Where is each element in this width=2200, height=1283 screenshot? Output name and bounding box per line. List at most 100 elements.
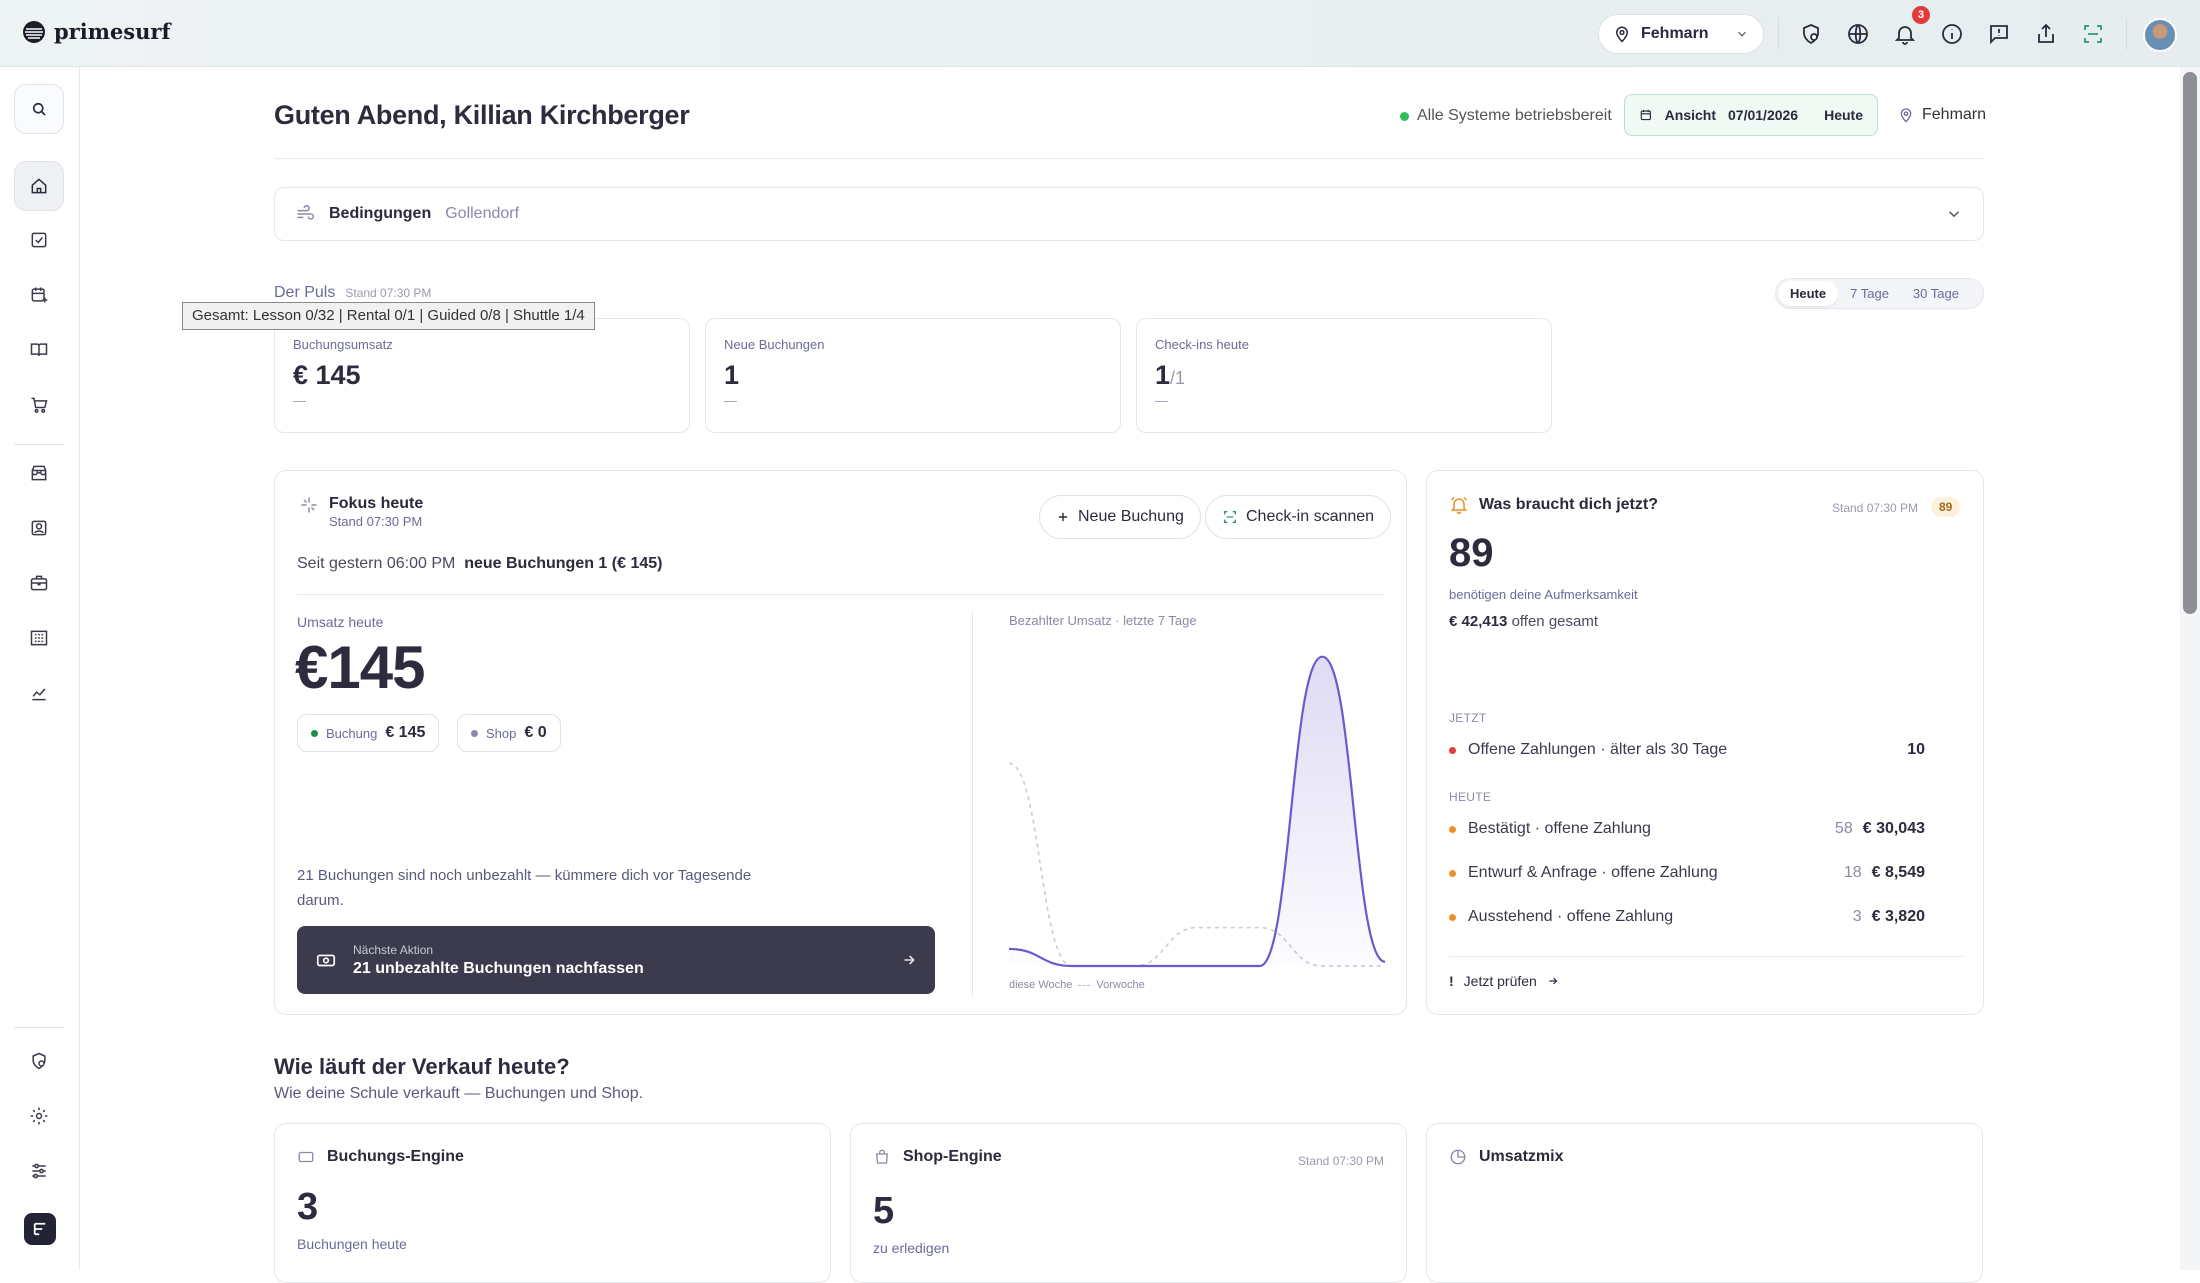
sidebar-item-home[interactable] — [14, 161, 64, 211]
sidebar-item-shop[interactable] — [14, 380, 64, 430]
chart-title: Bezahlter Umsatz · letzte 7 Tage — [1009, 613, 1197, 628]
chevron-down-icon — [1738, 31, 1746, 37]
view-date-selector[interactable]: Ansicht 07/01/2026 Heute — [1624, 94, 1878, 136]
shop-engine-value: 5 — [873, 1190, 895, 1232]
booking-engine-header: Buchungs-Engine — [297, 1148, 464, 1166]
header-location[interactable]: Fehmarn — [1898, 106, 1986, 124]
unpaid-message: 21 Buchungen sind noch unbezahlt — kümme… — [297, 867, 752, 909]
today-button[interactable]: Heute — [1824, 107, 1863, 123]
focus-card: Fokus heute Stand 07:30 PM Neue Buchung … — [274, 470, 1407, 1015]
checkin-scan-button[interactable]: Check-in scannen — [1205, 495, 1392, 539]
kpi-booking-revenue[interactable]: Buchungsumsatz € 145 — — [274, 318, 690, 433]
kpi-label: Neue Buchungen — [724, 337, 825, 352]
list-item[interactable]: Offene Zahlungen · älter als 30 Tage 10 — [1449, 741, 1925, 759]
sidebar-search-button[interactable] — [14, 84, 64, 134]
sidebar-item-analytics[interactable] — [14, 668, 64, 718]
shop-engine-title: Shop-Engine — [903, 1148, 1002, 1165]
next-action-button[interactable]: Nächste Aktion 21 unbezahlte Buchungen n… — [297, 926, 935, 994]
sidebar-item-contacts[interactable] — [14, 503, 64, 553]
status-dot — [1400, 111, 1409, 121]
checkin-scan-label: Check-in scannen — [1246, 508, 1375, 525]
kpi-value-number: € 145 — [293, 360, 361, 390]
conditions-panel[interactable]: Bedingungen Gollendorf — [274, 187, 1984, 241]
item-label: Entwurf & Anfrage · offene Zahlung — [1468, 864, 1718, 881]
globe-icon[interactable] — [1846, 22, 1870, 46]
shop-engine-sub: zu erledigen — [873, 1240, 950, 1256]
kpi-new-bookings[interactable]: Neue Buchungen 1 — — [705, 318, 1121, 433]
booking-engine-sub: Buchungen heute — [297, 1236, 407, 1252]
chevron-down-icon[interactable] — [1945, 205, 1963, 223]
map-pin-icon — [1615, 26, 1629, 43]
scan-icon[interactable] — [2081, 22, 2105, 46]
open-total: € 42,413 offen gesamt — [1449, 613, 1598, 630]
app-name: primesurf — [54, 19, 171, 44]
share-icon[interactable] — [2034, 22, 2058, 46]
pie-chart-icon — [1450, 1149, 1466, 1165]
sparkle-icon — [301, 497, 317, 513]
list-item[interactable]: Ausstehend · offene Zahlung 3 € 3,820 — [1449, 908, 1925, 926]
attention-badge: 89 — [1931, 497, 1961, 517]
sidebar-item-preferences[interactable] — [14, 1146, 64, 1196]
attention-count: 89 — [1449, 531, 1494, 575]
sidebar-item-equipment[interactable] — [14, 558, 64, 608]
contact-card-icon — [31, 520, 47, 536]
list-item[interactable]: Bestätigt · offene Zahlung 58 € 30,043 — [1449, 820, 1925, 838]
new-booking-button[interactable]: Neue Buchung — [1039, 495, 1201, 539]
range-today[interactable]: Heute — [1778, 281, 1839, 306]
app-switcher-button[interactable] — [24, 1213, 56, 1245]
revenue-label: Umsatz heute — [297, 614, 384, 630]
section-today: HEUTE — [1449, 790, 1492, 804]
kpi-value: € 145 — [293, 360, 671, 391]
focus-title: Fokus heute — [329, 495, 424, 512]
kpi-checkins-today[interactable]: Check-ins heute 1/1 — — [1136, 318, 1552, 433]
new-booking-label: Neue Buchung — [1078, 508, 1184, 525]
item-label: Ausstehend · offene Zahlung — [1468, 908, 1674, 925]
attention-stand: Stand 07:30 PM — [1832, 501, 1919, 515]
open-label: offen gesamt — [1511, 613, 1599, 630]
item-amount: € 3,820 — [1871, 908, 1925, 925]
focus-stand: Stand 07:30 PM — [329, 514, 423, 529]
revenue-mix-header: Umsatzmix — [1449, 1148, 1563, 1166]
booking-engine-card[interactable]: Buchungs-Engine 3 Buchungen heute — [274, 1123, 831, 1283]
check-now-label: Jetzt prüfen — [1463, 973, 1537, 989]
system-status: Alle Systeme betriebsbereit — [1400, 107, 1612, 125]
shield-clock-icon[interactable] — [1799, 22, 1823, 46]
info-icon[interactable] — [1940, 22, 1964, 46]
shop-engine-card[interactable]: Shop-Engine Stand 07:30 PM 5 zu erledige… — [850, 1123, 1407, 1283]
range-7-days[interactable]: 7 Tage — [1838, 281, 1901, 306]
section-now: JETZT — [1449, 711, 1487, 725]
logo-icon — [23, 20, 45, 43]
booking-engine-title: Buchungs-Engine — [327, 1148, 464, 1165]
item-amount: € 30,043 — [1862, 820, 1925, 837]
sidebar-item-settings[interactable] — [14, 1091, 64, 1141]
scrollbar-thumb[interactable] — [2183, 72, 2197, 614]
since-yesterday: Seit gestern 06:00 PM neue Buchungen 1 (… — [297, 555, 662, 573]
sidebar-item-security[interactable] — [14, 1036, 64, 1086]
sidebar-item-buildings[interactable] — [14, 613, 64, 663]
range-30-days[interactable]: 30 Tage — [1901, 281, 1971, 306]
user-avatar[interactable] — [2143, 18, 2177, 52]
sliders-icon — [32, 1163, 46, 1179]
toolbar-divider — [2126, 18, 2127, 50]
sidebar-item-store[interactable] — [14, 448, 64, 498]
bell-icon[interactable] — [1893, 22, 1917, 46]
status-dot — [1449, 825, 1456, 833]
sidebar-item-calendar[interactable] — [14, 270, 64, 320]
sidebar-item-tasks[interactable] — [14, 215, 64, 265]
kpi-value-number: 1 — [724, 360, 740, 390]
header-divider — [274, 158, 1984, 159]
status-dot — [1449, 869, 1456, 877]
shop-engine-header: Shop-Engine — [873, 1148, 1002, 1166]
location-selector[interactable]: Fehmarn — [1598, 14, 1764, 54]
list-item[interactable]: Entwurf & Anfrage · offene Zahlung 18 € … — [1449, 864, 1925, 882]
sidebar — [0, 67, 80, 1270]
message-icon[interactable] — [1987, 22, 2011, 46]
plus-icon — [1058, 512, 1068, 522]
app-logo[interactable]: primesurf — [22, 19, 171, 44]
revenue-mix-card[interactable]: Umsatzmix — [1426, 1123, 1983, 1283]
revenue-chart — [1009, 655, 1385, 968]
check-now-link[interactable]: ! Jetzt prüfen — [1449, 973, 1559, 989]
chart-legend: diese Woche Vorwoche — [1009, 979, 1145, 991]
sidebar-item-book[interactable] — [14, 325, 64, 375]
chip-booking-value: € 145 — [385, 724, 426, 741]
